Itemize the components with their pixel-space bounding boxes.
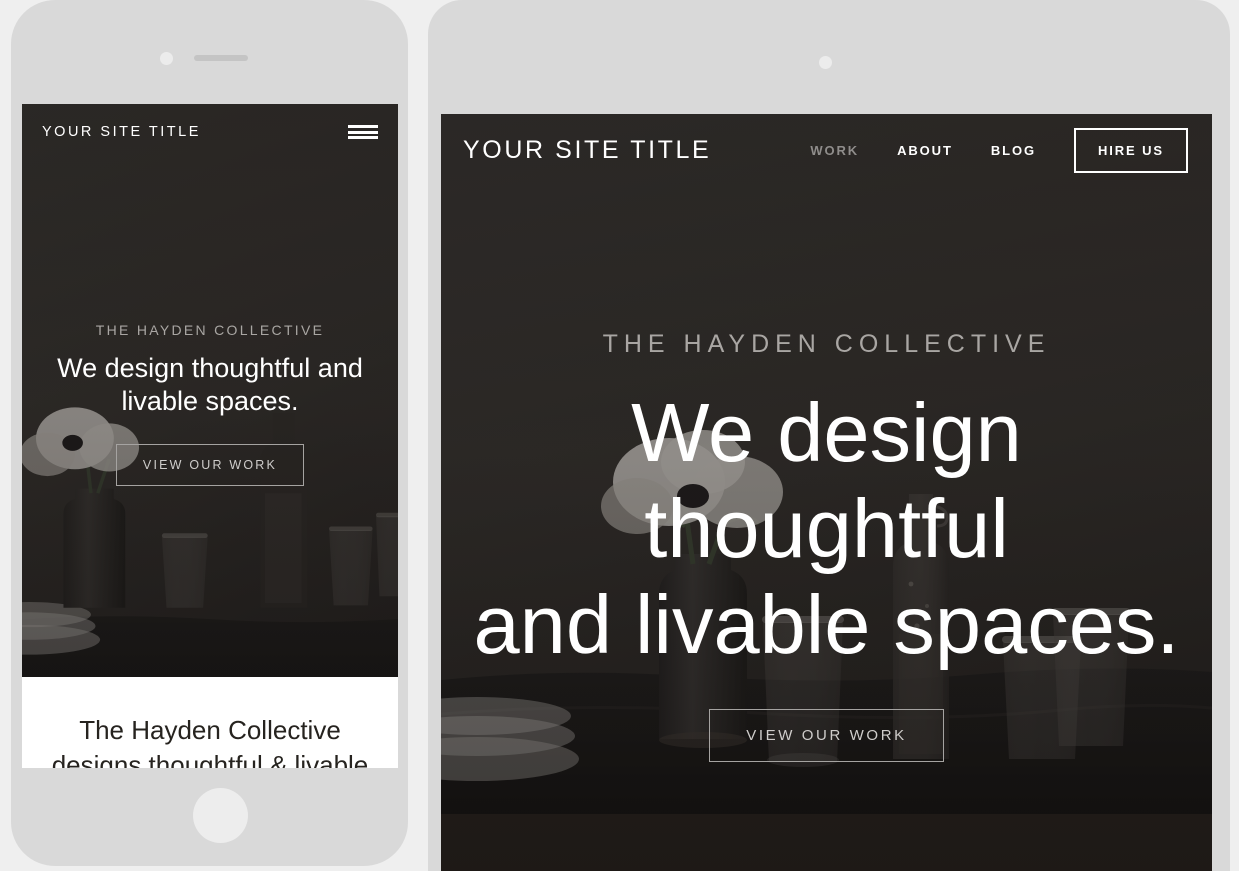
about-heading: The Hayden Collective — [79, 715, 341, 745]
desktop-screen: YOUR SITE TITLE WORK ABOUT BLOG HIRE US … — [441, 114, 1212, 871]
hire-us-button[interactable]: HIRE US — [1073, 127, 1188, 173]
mobile-about-section: The Hayden Collective designs thoughtful… — [22, 677, 398, 768]
desktop-hero-content: THE HAYDEN COLLECTIVE We design thoughtf… — [441, 330, 1212, 762]
site-title[interactable]: YOUR SITE TITLE — [42, 124, 201, 140]
view-our-work-button[interactable]: VIEW OUR WORK — [709, 709, 944, 762]
nav-link-about[interactable]: ABOUT — [878, 143, 972, 158]
desktop-site-nav: YOUR SITE TITLE WORK ABOUT BLOG HIRE US — [441, 114, 1212, 186]
nav-link-work[interactable]: WORK — [791, 143, 878, 158]
hamburger-bar — [348, 125, 378, 128]
hamburger-icon[interactable] — [348, 122, 378, 142]
hamburger-bar — [348, 136, 378, 139]
mobile-site-nav: YOUR SITE TITLE — [22, 104, 398, 160]
nav-link-blog[interactable]: BLOG — [972, 143, 1055, 158]
hero-eyebrow: THE HAYDEN COLLECTIVE — [602, 330, 1051, 358]
desktop-device-preview: YOUR SITE TITLE WORK ABOUT BLOG HIRE US … — [428, 0, 1230, 871]
about-heading-clipped-line: designs thoughtful & livable — [51, 750, 369, 768]
mobile-about-inner: The Hayden Collective designs thoughtful… — [22, 677, 398, 768]
hero-heading: We design thoughtful and livable spaces. — [57, 353, 363, 416]
camera-dot-icon — [160, 52, 173, 65]
mobile-hero-content: THE HAYDEN COLLECTIVE We design thoughtf… — [22, 322, 398, 486]
phone-screen: YOUR SITE TITLE THE HAYDEN COLLECTIVE We… — [22, 104, 398, 768]
screenshot-stage: YOUR SITE TITLE THE HAYDEN COLLECTIVE We… — [0, 0, 1239, 871]
hero-heading-line-1: We design thoughtful — [631, 386, 1022, 575]
home-button[interactable] — [193, 788, 248, 843]
site-title[interactable]: YOUR SITE TITLE — [463, 136, 711, 165]
camera-dot-icon — [819, 56, 832, 69]
nav-links: WORK ABOUT BLOG HIRE US — [791, 127, 1188, 173]
hero-heading-line-2: and livable spaces. — [473, 578, 1180, 671]
speaker-grille-icon — [194, 55, 248, 61]
hero-heading: We design thoughtful and livable spaces. — [441, 385, 1212, 673]
hero-eyebrow: THE HAYDEN COLLECTIVE — [95, 322, 325, 338]
mobile-device-preview: YOUR SITE TITLE THE HAYDEN COLLECTIVE We… — [11, 0, 408, 871]
hamburger-bar — [348, 130, 378, 134]
view-our-work-button[interactable]: VIEW OUR WORK — [115, 444, 305, 486]
